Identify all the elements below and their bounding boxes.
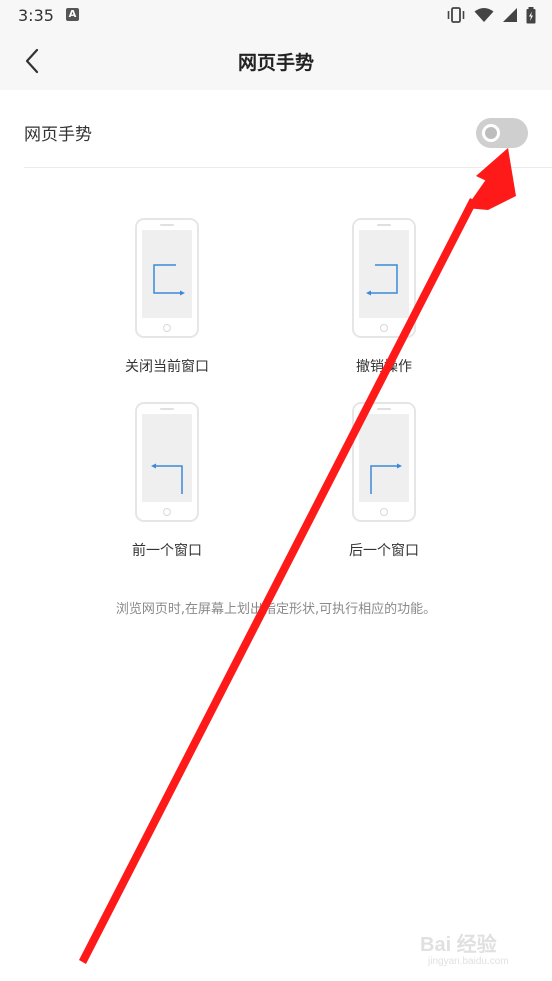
status-time: 3:35 xyxy=(18,6,54,25)
gesture-label: 前一个窗口 xyxy=(132,543,202,559)
gesture-down-right-icon xyxy=(153,264,185,296)
status-bar: 3:35 A xyxy=(0,0,552,32)
gesture-next-window: 后一个窗口 xyxy=(309,402,459,560)
phone-illustration xyxy=(352,402,416,522)
gesture-close-window: 关闭当前窗口 xyxy=(92,218,242,376)
watermark: Bai 经验 jingyan.baidu.com xyxy=(420,926,530,972)
watermark-url: jingyan.baidu.com xyxy=(428,956,509,967)
setting-label: 网页手势 xyxy=(24,125,92,145)
app-bar: 网页手势 xyxy=(0,32,552,90)
wifi-icon xyxy=(474,8,494,22)
gesture-down-left-icon xyxy=(366,264,398,296)
gesture-previous-window: 前一个窗口 xyxy=(92,402,242,560)
gesture-left-down-icon xyxy=(151,463,183,494)
setting-row-web-gestures: 网页手势 xyxy=(24,90,552,168)
page-title: 网页手势 xyxy=(237,52,314,74)
gesture-up-right-icon xyxy=(370,463,402,494)
battery-icon xyxy=(526,6,536,23)
content-area: 网页手势 关闭当前窗口 撤销操作 前一个窗口 后一个窗口 浏览网页时,在屏幕上划… xyxy=(0,90,552,981)
phone-illustration xyxy=(352,218,416,338)
phone-illustration xyxy=(135,402,199,522)
toggle-knob xyxy=(482,124,500,142)
hint-text: 浏览网页时,在屏幕上划出指定形状,可执行相应的功能。 xyxy=(115,602,437,617)
phone-illustration xyxy=(135,218,199,338)
gesture-undo: 撤销操作 xyxy=(309,218,459,376)
gesture-label: 撤销操作 xyxy=(356,359,412,375)
watermark-logo: Bai 经验 xyxy=(420,934,497,956)
status-icons xyxy=(446,6,536,24)
web-gestures-toggle[interactable] xyxy=(476,118,528,148)
signal-icon xyxy=(503,8,517,22)
gesture-label: 关闭当前窗口 xyxy=(125,359,209,375)
notification-icon: A xyxy=(66,8,79,21)
vibrate-icon xyxy=(447,7,465,23)
gesture-label: 后一个窗口 xyxy=(349,543,419,559)
